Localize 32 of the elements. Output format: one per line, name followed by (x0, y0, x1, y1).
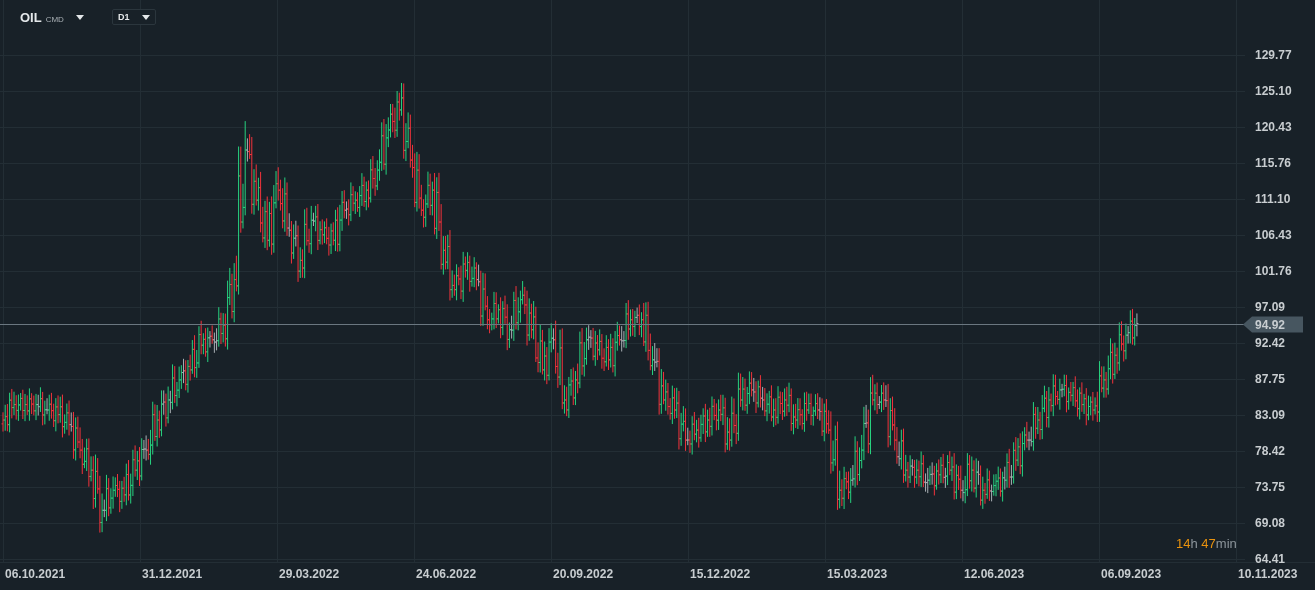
price-axis-label: 69.08 (1255, 516, 1286, 531)
timeframe-dropdown[interactable]: D1 (112, 9, 156, 25)
date-axis-label: 29.03.2022 (279, 567, 340, 581)
date-axis-label: 15.12.2022 (690, 567, 751, 581)
price-axis-label: 111.10 (1255, 192, 1291, 207)
price-axis-label: 64.41 (1255, 552, 1286, 567)
price-axis-label: 129.77 (1255, 48, 1292, 63)
caret-icon (141, 14, 150, 20)
date-axis-label: 12.06.2023 (964, 567, 1025, 581)
price-axis-label: 120.43 (1255, 120, 1292, 135)
current-price-label: 94.92 (1255, 318, 1286, 332)
price-axis-label: 83.09 (1255, 408, 1286, 423)
date-axis-label: 24.06.2022 (416, 567, 477, 581)
price-axis-label: 73.75 (1255, 480, 1286, 495)
candle-countdown: 14h 47min (1176, 536, 1237, 551)
price-axis-label: 87.75 (1255, 372, 1286, 387)
price-axis-label: 125.10 (1255, 84, 1292, 99)
date-axis-label: 06.10.2021 (5, 567, 66, 581)
price-axis-label: 106.43 (1255, 228, 1292, 243)
date-axis-label: 06.09.2023 (1101, 567, 1162, 581)
price-axis-label: 97.09 (1255, 300, 1286, 315)
price-axis-label: 78.42 (1255, 444, 1286, 459)
date-axis-label: 15.03.2023 (827, 567, 888, 581)
date-axis-label: 10.11.2023 (1238, 567, 1298, 581)
date-axis-label: 20.09.2022 (553, 567, 614, 581)
symbol-name: OIL (20, 9, 42, 25)
price-axis-label: 101.76 (1255, 264, 1292, 279)
market-label: CMD (45, 14, 64, 24)
price-axis-label: 115.76 (1255, 156, 1292, 171)
caret-icon[interactable] (75, 14, 84, 20)
price-axis-label: 92.42 (1255, 336, 1286, 351)
date-axis-label: 31.12.2021 (142, 567, 203, 581)
